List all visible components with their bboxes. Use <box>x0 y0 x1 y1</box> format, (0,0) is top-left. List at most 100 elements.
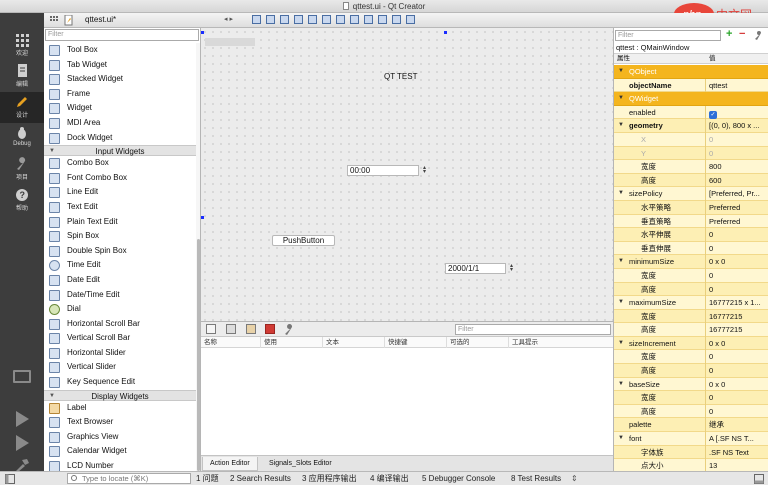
property-class-header[interactable]: QWidget ▼ <box>614 92 768 106</box>
property-row[interactable]: 宽度 0 <box>614 350 768 365</box>
property-value[interactable]: 0 <box>707 405 768 419</box>
widget-item[interactable]: Text Edit <box>44 200 196 215</box>
property-value[interactable]: Preferred <box>707 201 768 215</box>
column-header[interactable]: 文本 <box>323 337 385 348</box>
property-row[interactable]: font ▼ A [.SF NS T... <box>614 432 768 446</box>
scrollbar-thumb[interactable] <box>197 239 200 471</box>
form-canvas[interactable]: QT TEST 00:00 ▴ ▾ PushButton 2000/1/1 ▴ ▾ <box>201 28 613 321</box>
property-row[interactable]: 高度 0 <box>614 404 768 419</box>
property-row[interactable]: 字体族 .SF NS Text <box>614 445 768 460</box>
settings-wrench-icon[interactable] <box>754 31 764 40</box>
property-row[interactable]: 宽度 800 <box>614 160 768 174</box>
property-row[interactable]: 水平伸展 0 <box>614 228 768 242</box>
expand-triangle-icon[interactable]: ▼ <box>618 296 624 310</box>
paste-icon[interactable] <box>246 324 256 334</box>
expand-triangle-icon[interactable]: ▼ <box>618 378 624 392</box>
property-value[interactable]: 0 x 0 <box>707 255 768 269</box>
tab-signals-slots-editor[interactable]: Signals_Slots Editor <box>262 457 339 471</box>
property-value[interactable]: qttest <box>707 79 768 93</box>
remove-dynamic-property-button[interactable]: − <box>739 28 745 42</box>
time-edit-widget[interactable]: 00:00 ▴ ▾ <box>347 165 426 176</box>
property-value[interactable]: 0 <box>707 391 768 405</box>
property-row[interactable]: 垂直伸展 0 <box>614 241 768 256</box>
copy-icon[interactable] <box>226 324 236 334</box>
value-column-header[interactable]: 值 <box>709 54 716 64</box>
widget-item[interactable]: Text Browser <box>44 415 196 430</box>
property-row[interactable]: X0 <box>614 132 768 147</box>
property-row[interactable]: 高度 0 <box>614 282 768 297</box>
widget-item[interactable]: Frame <box>44 87 196 102</box>
widget-item[interactable]: Plain Text Edit <box>44 215 196 230</box>
property-row[interactable]: 高度 16777215 <box>614 323 768 337</box>
locator-input[interactable]: Type to locate (⌘K) <box>67 473 191 484</box>
property-value[interactable]: 16777215 <box>707 323 768 337</box>
target-selector[interactable] <box>0 370 44 383</box>
column-header[interactable]: 快捷键 <box>385 337 447 348</box>
delete-icon[interactable] <box>265 324 275 334</box>
widget-item[interactable]: MDI Area <box>44 116 196 131</box>
break-layout-icon[interactable] <box>392 15 401 24</box>
property-row[interactable]: Y0 <box>614 146 768 161</box>
layout-form-icon[interactable] <box>364 15 373 24</box>
action-filter-input[interactable]: Filter <box>455 324 611 335</box>
widget-item[interactable]: Dial <box>44 302 196 317</box>
widget-item[interactable]: Label <box>44 401 196 416</box>
widget-item[interactable]: Tab Widget <box>44 58 196 73</box>
layout-horizontal-icon[interactable] <box>308 15 317 24</box>
widget-item[interactable]: Horizontal Slider <box>44 346 196 361</box>
property-value[interactable]: 13 <box>707 459 768 471</box>
column-header[interactable]: 可选的 <box>447 337 509 348</box>
property-row[interactable]: palette 继承 <box>614 418 768 433</box>
widget-item[interactable]: Double Spin Box <box>44 244 196 259</box>
mode-debug[interactable]: Debug <box>0 123 44 154</box>
widget-item[interactable]: Date Edit <box>44 273 196 288</box>
output-tab-compile-output[interactable]: 4 编译输出 <box>370 472 409 485</box>
tab-action-editor[interactable]: Action Editor <box>202 457 258 471</box>
property-row[interactable]: baseSize ▼ 0 x 0 <box>614 377 768 392</box>
output-tabs-scroll-arrows[interactable]: ⇕ <box>571 472 578 485</box>
property-value[interactable]: 800 <box>707 160 768 174</box>
column-header[interactable]: 名称 <box>201 337 261 348</box>
property-value[interactable]: 0 <box>707 147 768 161</box>
property-value[interactable]: A [.SF NS T... <box>707 432 768 446</box>
expand-triangle-icon[interactable]: ▼ <box>618 337 624 351</box>
widget-item[interactable]: Tool Box <box>44 43 196 58</box>
property-value[interactable]: 0 <box>707 283 768 297</box>
property-row[interactable]: minimumSize ▼ 0 x 0 <box>614 255 768 269</box>
property-row[interactable]: maximumSize ▼ 16777215 x 1... <box>614 296 768 310</box>
property-column-header[interactable]: 属性 <box>617 54 630 64</box>
layout-vertical-icon[interactable] <box>322 15 331 24</box>
spin-arrows-icon[interactable]: ▴ ▾ <box>510 263 513 273</box>
output-tab-debugger-console[interactable]: 5 Debugger Console <box>422 472 495 485</box>
configure-wrench-icon[interactable] <box>284 324 295 335</box>
property-row[interactable]: 宽度 16777215 <box>614 309 768 324</box>
widget-item[interactable]: Line Edit <box>44 185 196 200</box>
push-button-widget[interactable]: PushButton <box>272 235 335 246</box>
date-edit-widget[interactable]: 2000/1/1 ▴ ▾ <box>445 263 513 274</box>
expand-triangle-icon[interactable]: ▼ <box>618 187 624 201</box>
expand-triangle-icon[interactable]: ▼ <box>618 255 624 269</box>
new-action-icon[interactable] <box>206 324 216 334</box>
widget-item[interactable]: Dock Widget <box>44 131 196 146</box>
widget-item[interactable]: Time Edit <box>44 258 196 273</box>
mode-projects[interactable]: 项目 <box>0 154 44 185</box>
mode-welcome[interactable]: 欢迎 <box>0 30 44 61</box>
widget-item[interactable]: Widget <box>44 101 196 116</box>
property-value[interactable]: 0 <box>707 350 768 364</box>
widget-item[interactable]: Font Combo Box <box>44 171 196 186</box>
property-row[interactable]: 水平策略 Preferred <box>614 200 768 215</box>
property-value[interactable]: 0 <box>707 364 768 378</box>
property-value[interactable]: 600 <box>707 174 768 188</box>
mode-design[interactable]: 设计 <box>0 92 44 123</box>
property-value[interactable]: 16777215 <box>707 310 768 324</box>
selection-handle[interactable] <box>201 216 204 219</box>
open-document-combo[interactable]: qttest.ui* <box>85 15 116 24</box>
property-value[interactable]: [(0, 0), 800 x ... <box>707 119 768 133</box>
debug-run-button[interactable] <box>0 435 44 451</box>
property-row[interactable]: geometry ▼ [(0, 0), 800 x ... <box>614 119 768 133</box>
category-display-widgets[interactable]: ▼ Display Widgets <box>44 389 196 401</box>
selection-handle[interactable] <box>201 31 204 34</box>
layout-h-splitter-icon[interactable] <box>336 15 345 24</box>
run-button[interactable] <box>0 411 44 427</box>
category-input-widgets[interactable]: ▼ Input Widgets <box>44 145 196 157</box>
